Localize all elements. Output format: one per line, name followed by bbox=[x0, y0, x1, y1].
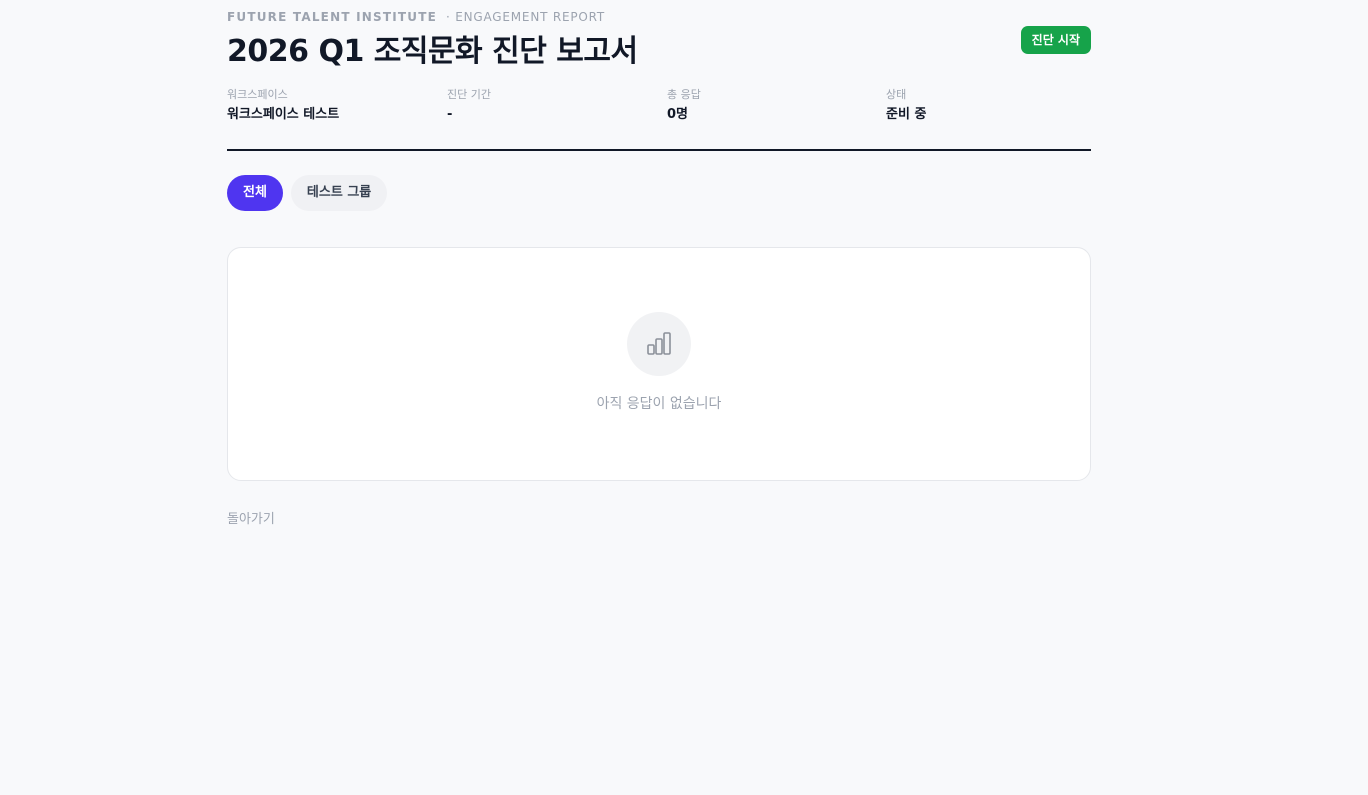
back-link[interactable]: 돌아가기 bbox=[227, 508, 275, 527]
meta-value: 워크스페이스 테스트 bbox=[227, 107, 340, 122]
report-meta: 워크스페이스 워크스페이스 테스트 진단 기간 - 총 응답 0명 상태 준비 … bbox=[227, 87, 1091, 151]
start-diagnosis-button[interactable]: 진단 시작 bbox=[1020, 26, 1091, 54]
meta-value: 0명 bbox=[667, 107, 689, 122]
meta-status: 상태 준비 중 bbox=[886, 87, 926, 124]
meta-label: 총 응답 bbox=[667, 88, 701, 101]
meta-label: 진단 기간 bbox=[447, 88, 491, 101]
tab-all[interactable]: 전체 bbox=[227, 175, 283, 211]
group-tabs: 전체 테스트 그룹 bbox=[227, 175, 388, 211]
empty-state-card: 아직 응답이 없습니다 bbox=[227, 247, 1091, 481]
meta-label: 상태 bbox=[886, 88, 907, 101]
empty-state-message: 아직 응답이 없습니다 bbox=[596, 396, 722, 412]
report-eyebrow: FUTURE TALENT INSTITUTE · ENGAGEMENT REP… bbox=[227, 10, 605, 24]
tab-test-group[interactable]: 테스트 그룹 bbox=[290, 175, 388, 211]
org-name: FUTURE TALENT INSTITUTE bbox=[227, 10, 437, 24]
report-type: · ENGAGEMENT REPORT bbox=[446, 10, 606, 24]
meta-workspace: 워크스페이스 워크스페이스 테스트 bbox=[227, 87, 339, 124]
meta-label: 워크스페이스 bbox=[227, 88, 288, 101]
meta-period: 진단 기간 - bbox=[447, 87, 491, 124]
meta-responses: 총 응답 0명 bbox=[667, 87, 701, 124]
meta-value: 준비 중 bbox=[886, 107, 927, 122]
bar-chart-icon bbox=[627, 312, 691, 376]
meta-value: - bbox=[447, 107, 453, 122]
page-title: 2026 Q1 조직문화 진단 보고서 bbox=[227, 34, 638, 69]
